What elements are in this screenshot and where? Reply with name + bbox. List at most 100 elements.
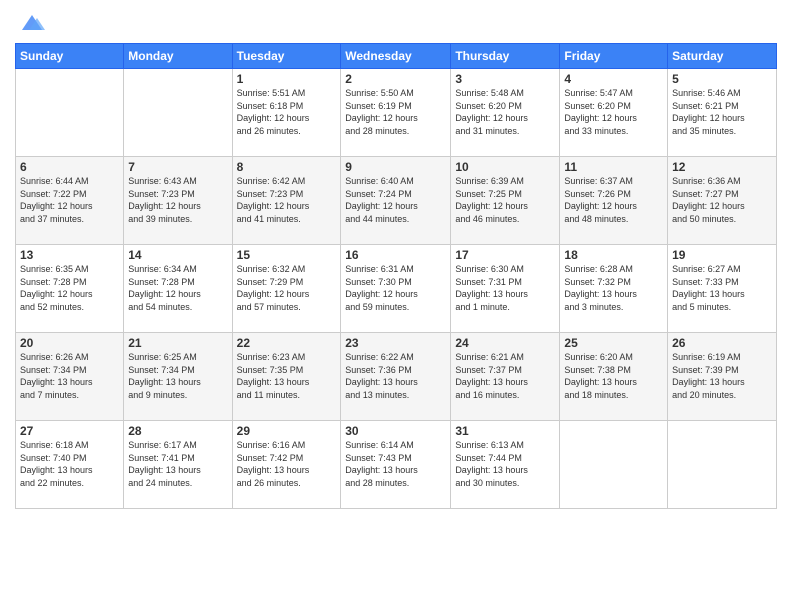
calendar-cell: 4Sunrise: 5:47 AM Sunset: 6:20 PM Daylig… xyxy=(560,69,668,157)
day-number: 27 xyxy=(20,424,119,438)
logo xyxy=(15,10,47,35)
day-info: Sunrise: 5:48 AM Sunset: 6:20 PM Dayligh… xyxy=(455,87,555,137)
day-info: Sunrise: 6:19 AM Sunset: 7:39 PM Dayligh… xyxy=(672,351,772,401)
day-header-monday: Monday xyxy=(124,44,232,69)
day-info: Sunrise: 6:27 AM Sunset: 7:33 PM Dayligh… xyxy=(672,263,772,313)
day-info: Sunrise: 6:37 AM Sunset: 7:26 PM Dayligh… xyxy=(564,175,663,225)
day-info: Sunrise: 6:28 AM Sunset: 7:32 PM Dayligh… xyxy=(564,263,663,313)
calendar-cell: 8Sunrise: 6:42 AM Sunset: 7:23 PM Daylig… xyxy=(232,157,341,245)
day-info: Sunrise: 6:32 AM Sunset: 7:29 PM Dayligh… xyxy=(237,263,337,313)
day-number: 15 xyxy=(237,248,337,262)
calendar-cell: 18Sunrise: 6:28 AM Sunset: 7:32 PM Dayli… xyxy=(560,245,668,333)
calendar-cell: 17Sunrise: 6:30 AM Sunset: 7:31 PM Dayli… xyxy=(451,245,560,333)
calendar-cell: 1Sunrise: 5:51 AM Sunset: 6:18 PM Daylig… xyxy=(232,69,341,157)
day-header-saturday: Saturday xyxy=(668,44,777,69)
day-number: 1 xyxy=(237,72,337,86)
day-number: 11 xyxy=(564,160,663,174)
day-number: 23 xyxy=(345,336,446,350)
day-info: Sunrise: 6:36 AM Sunset: 7:27 PM Dayligh… xyxy=(672,175,772,225)
calendar-cell: 2Sunrise: 5:50 AM Sunset: 6:19 PM Daylig… xyxy=(341,69,451,157)
day-info: Sunrise: 6:25 AM Sunset: 7:34 PM Dayligh… xyxy=(128,351,227,401)
day-header-thursday: Thursday xyxy=(451,44,560,69)
calendar-cell: 22Sunrise: 6:23 AM Sunset: 7:35 PM Dayli… xyxy=(232,333,341,421)
day-info: Sunrise: 6:39 AM Sunset: 7:25 PM Dayligh… xyxy=(455,175,555,225)
day-info: Sunrise: 6:14 AM Sunset: 7:43 PM Dayligh… xyxy=(345,439,446,489)
day-number: 29 xyxy=(237,424,337,438)
calendar-cell: 25Sunrise: 6:20 AM Sunset: 7:38 PM Dayli… xyxy=(560,333,668,421)
calendar-cell: 30Sunrise: 6:14 AM Sunset: 7:43 PM Dayli… xyxy=(341,421,451,509)
day-info: Sunrise: 6:35 AM Sunset: 7:28 PM Dayligh… xyxy=(20,263,119,313)
calendar-cell: 27Sunrise: 6:18 AM Sunset: 7:40 PM Dayli… xyxy=(16,421,124,509)
day-number: 4 xyxy=(564,72,663,86)
day-number: 20 xyxy=(20,336,119,350)
day-number: 31 xyxy=(455,424,555,438)
day-number: 18 xyxy=(564,248,663,262)
day-info: Sunrise: 6:30 AM Sunset: 7:31 PM Dayligh… xyxy=(455,263,555,313)
week-row-1: 1Sunrise: 5:51 AM Sunset: 6:18 PM Daylig… xyxy=(16,69,777,157)
week-row-5: 27Sunrise: 6:18 AM Sunset: 7:40 PM Dayli… xyxy=(16,421,777,509)
day-header-sunday: Sunday xyxy=(16,44,124,69)
calendar-cell: 15Sunrise: 6:32 AM Sunset: 7:29 PM Dayli… xyxy=(232,245,341,333)
day-info: Sunrise: 5:50 AM Sunset: 6:19 PM Dayligh… xyxy=(345,87,446,137)
day-number: 21 xyxy=(128,336,227,350)
day-number: 24 xyxy=(455,336,555,350)
days-row: SundayMondayTuesdayWednesdayThursdayFrid… xyxy=(16,44,777,69)
calendar-cell: 13Sunrise: 6:35 AM Sunset: 7:28 PM Dayli… xyxy=(16,245,124,333)
day-info: Sunrise: 6:31 AM Sunset: 7:30 PM Dayligh… xyxy=(345,263,446,313)
calendar-cell: 3Sunrise: 5:48 AM Sunset: 6:20 PM Daylig… xyxy=(451,69,560,157)
calendar-cell: 26Sunrise: 6:19 AM Sunset: 7:39 PM Dayli… xyxy=(668,333,777,421)
calendar-body: 1Sunrise: 5:51 AM Sunset: 6:18 PM Daylig… xyxy=(16,69,777,509)
calendar-cell: 23Sunrise: 6:22 AM Sunset: 7:36 PM Dayli… xyxy=(341,333,451,421)
calendar-cell xyxy=(560,421,668,509)
day-number: 30 xyxy=(345,424,446,438)
day-header-wednesday: Wednesday xyxy=(341,44,451,69)
day-number: 16 xyxy=(345,248,446,262)
day-number: 17 xyxy=(455,248,555,262)
week-row-4: 20Sunrise: 6:26 AM Sunset: 7:34 PM Dayli… xyxy=(16,333,777,421)
day-number: 14 xyxy=(128,248,227,262)
day-info: Sunrise: 6:23 AM Sunset: 7:35 PM Dayligh… xyxy=(237,351,337,401)
header xyxy=(15,10,777,35)
calendar-cell: 24Sunrise: 6:21 AM Sunset: 7:37 PM Dayli… xyxy=(451,333,560,421)
calendar-cell xyxy=(124,69,232,157)
calendar-cell: 11Sunrise: 6:37 AM Sunset: 7:26 PM Dayli… xyxy=(560,157,668,245)
calendar-cell: 20Sunrise: 6:26 AM Sunset: 7:34 PM Dayli… xyxy=(16,333,124,421)
calendar-cell: 12Sunrise: 6:36 AM Sunset: 7:27 PM Dayli… xyxy=(668,157,777,245)
calendar-cell: 6Sunrise: 6:44 AM Sunset: 7:22 PM Daylig… xyxy=(16,157,124,245)
calendar-header: SundayMondayTuesdayWednesdayThursdayFrid… xyxy=(16,44,777,69)
calendar-cell: 7Sunrise: 6:43 AM Sunset: 7:23 PM Daylig… xyxy=(124,157,232,245)
day-info: Sunrise: 5:51 AM Sunset: 6:18 PM Dayligh… xyxy=(237,87,337,137)
day-number: 6 xyxy=(20,160,119,174)
calendar-cell: 19Sunrise: 6:27 AM Sunset: 7:33 PM Dayli… xyxy=(668,245,777,333)
day-info: Sunrise: 5:47 AM Sunset: 6:20 PM Dayligh… xyxy=(564,87,663,137)
day-info: Sunrise: 6:22 AM Sunset: 7:36 PM Dayligh… xyxy=(345,351,446,401)
calendar-cell: 31Sunrise: 6:13 AM Sunset: 7:44 PM Dayli… xyxy=(451,421,560,509)
day-number: 28 xyxy=(128,424,227,438)
calendar-cell: 21Sunrise: 6:25 AM Sunset: 7:34 PM Dayli… xyxy=(124,333,232,421)
day-info: Sunrise: 6:34 AM Sunset: 7:28 PM Dayligh… xyxy=(128,263,227,313)
day-number: 5 xyxy=(672,72,772,86)
calendar-cell: 29Sunrise: 6:16 AM Sunset: 7:42 PM Dayli… xyxy=(232,421,341,509)
day-info: Sunrise: 6:13 AM Sunset: 7:44 PM Dayligh… xyxy=(455,439,555,489)
calendar-cell: 9Sunrise: 6:40 AM Sunset: 7:24 PM Daylig… xyxy=(341,157,451,245)
calendar-cell: 10Sunrise: 6:39 AM Sunset: 7:25 PM Dayli… xyxy=(451,157,560,245)
week-row-3: 13Sunrise: 6:35 AM Sunset: 7:28 PM Dayli… xyxy=(16,245,777,333)
day-number: 10 xyxy=(455,160,555,174)
day-info: Sunrise: 6:21 AM Sunset: 7:37 PM Dayligh… xyxy=(455,351,555,401)
calendar-cell xyxy=(668,421,777,509)
day-info: Sunrise: 6:16 AM Sunset: 7:42 PM Dayligh… xyxy=(237,439,337,489)
day-info: Sunrise: 6:18 AM Sunset: 7:40 PM Dayligh… xyxy=(20,439,119,489)
day-number: 8 xyxy=(237,160,337,174)
day-number: 9 xyxy=(345,160,446,174)
day-number: 25 xyxy=(564,336,663,350)
day-info: Sunrise: 6:20 AM Sunset: 7:38 PM Dayligh… xyxy=(564,351,663,401)
day-info: Sunrise: 6:40 AM Sunset: 7:24 PM Dayligh… xyxy=(345,175,446,225)
day-number: 26 xyxy=(672,336,772,350)
day-number: 7 xyxy=(128,160,227,174)
day-number: 3 xyxy=(455,72,555,86)
page: SundayMondayTuesdayWednesdayThursdayFrid… xyxy=(0,0,792,612)
week-row-2: 6Sunrise: 6:44 AM Sunset: 7:22 PM Daylig… xyxy=(16,157,777,245)
day-info: Sunrise: 6:43 AM Sunset: 7:23 PM Dayligh… xyxy=(128,175,227,225)
day-info: Sunrise: 6:17 AM Sunset: 7:41 PM Dayligh… xyxy=(128,439,227,489)
day-number: 13 xyxy=(20,248,119,262)
